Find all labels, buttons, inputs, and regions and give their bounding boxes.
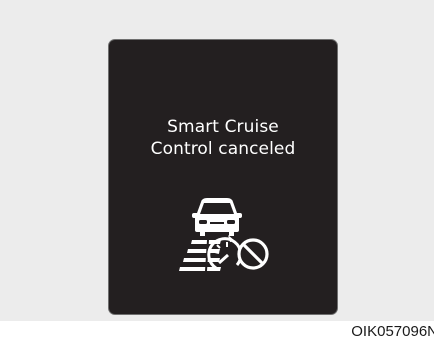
cancel-prohibition-icon <box>237 238 269 270</box>
cluster-display-panel: Smart Cruise Control canceled <box>108 39 338 315</box>
message-line-1: Smart Cruise <box>167 117 279 137</box>
smart-cruise-control-canceled-icon <box>179 195 279 273</box>
car-icon <box>192 198 242 236</box>
status-message: Smart Cruise Control canceled <box>109 116 337 160</box>
image-code-label: OIK057096N <box>351 323 434 340</box>
message-line-2: Control canceled <box>150 139 296 159</box>
